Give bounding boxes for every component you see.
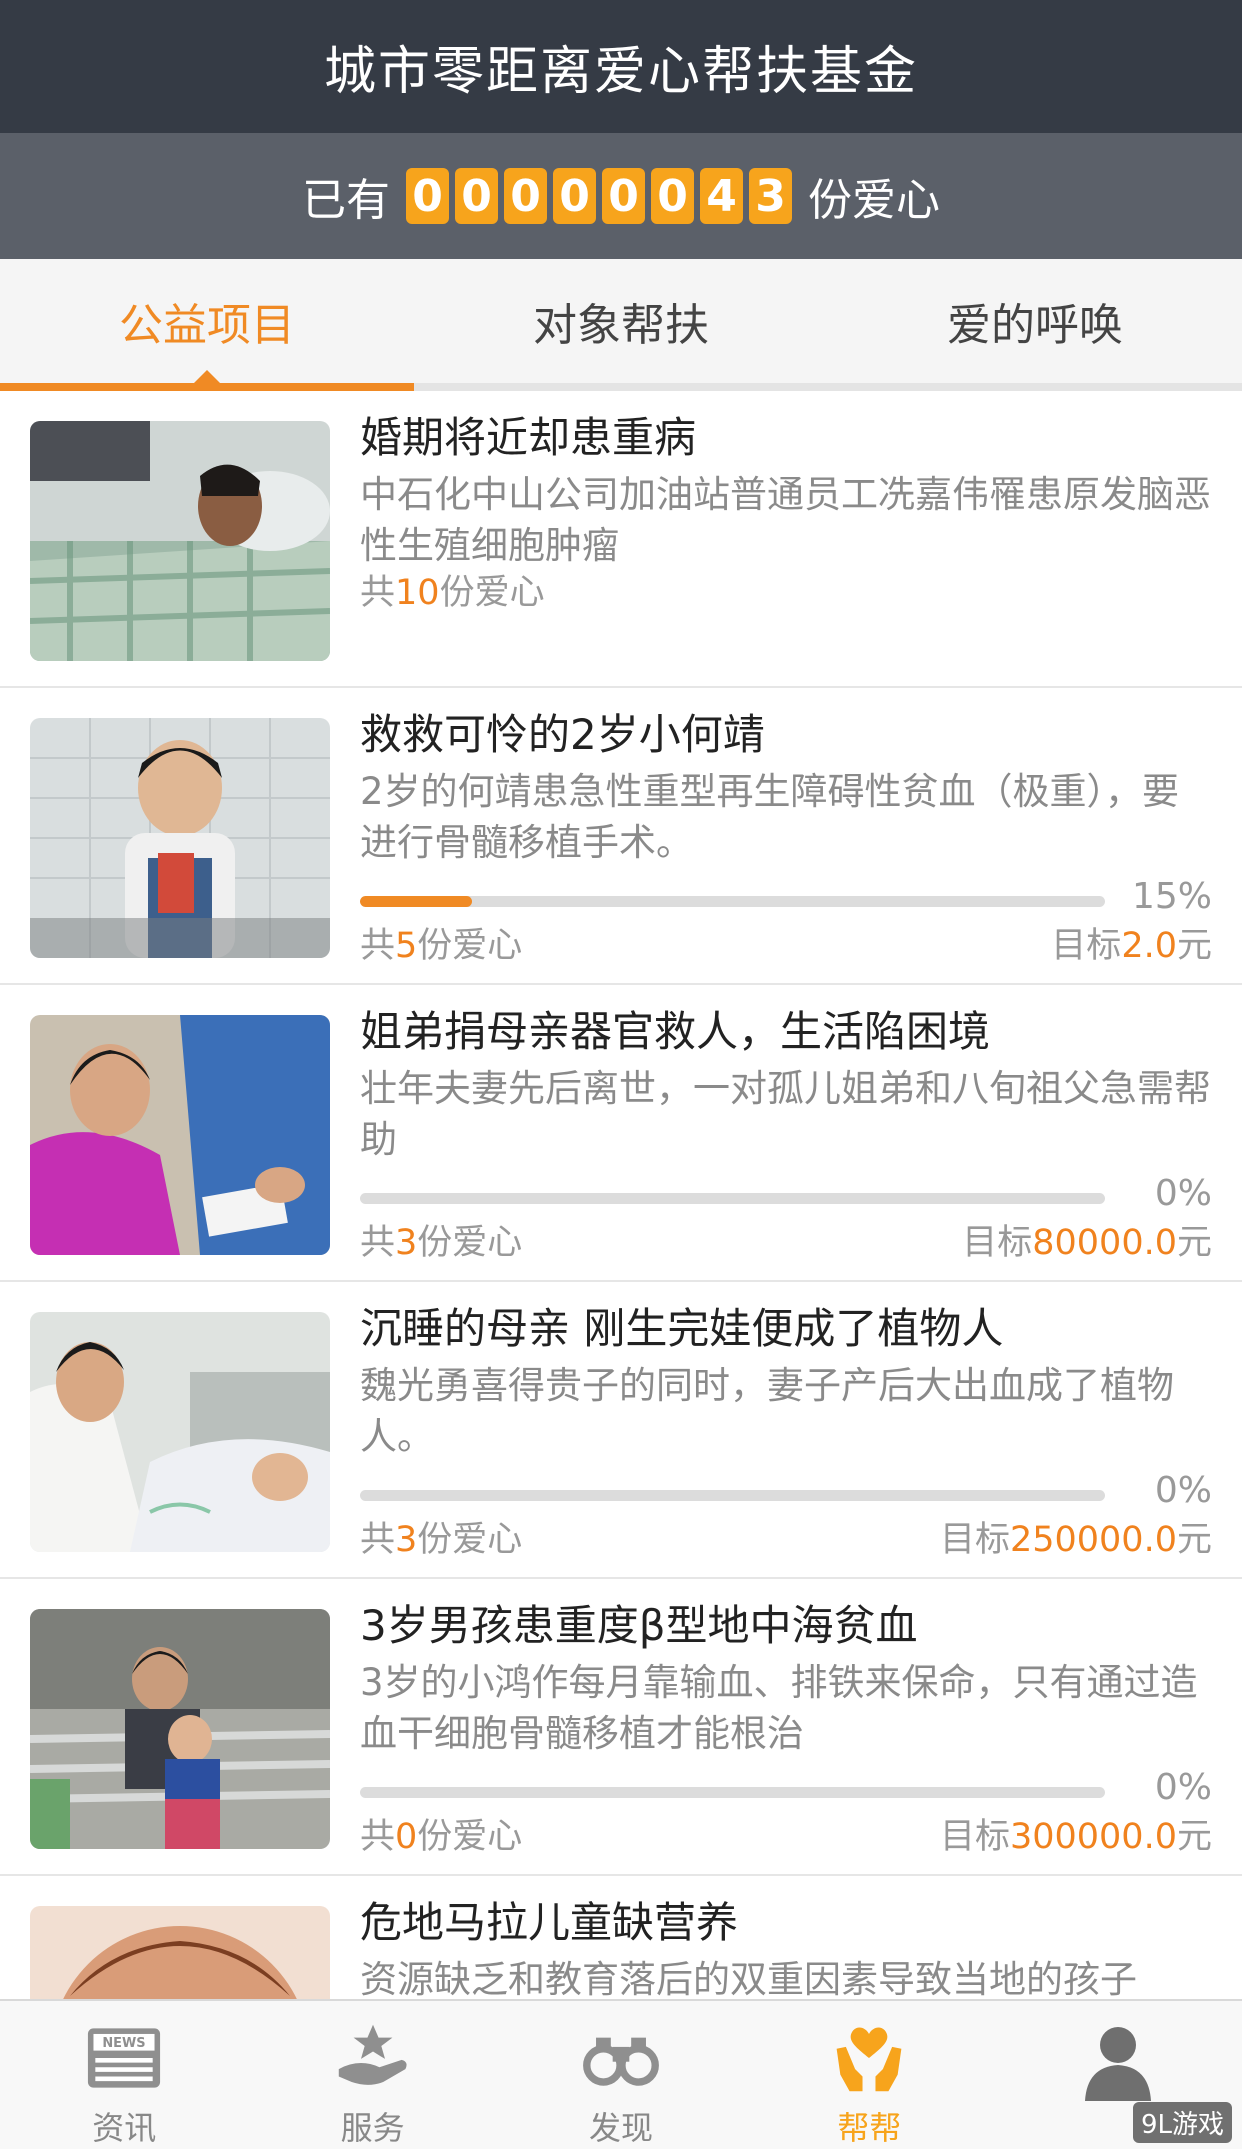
project-info: 3岁男孩患重度β型地中海贫血 3岁的小鸿作每月靠输血、排铁来保命，只有通过造血干… [360,1597,1212,1859]
project-list: 婚期将近却患重病 中石化中山公司加油站普通员工冼嘉伟罹患原发脑恶性生殖细胞肿瘤 … [0,391,1242,2149]
project-info: 姐弟捐母亲器官救人，生活陷困境 壮年夫妻先后离世，一对孤儿姐弟和八旬祖父急需帮助… [360,1003,1212,1265]
progress-bar [360,1193,1105,1204]
nav-label: 资讯 [92,2109,157,2147]
nav-news[interactable]: NEWS 资讯 [0,2001,248,2149]
project-info: 危地马拉儿童缺营养 资源缺乏和教育落后的双重因素导致当地的孩子 [360,1894,1212,2005]
nav-service[interactable]: 服务 [248,2001,496,2149]
tab-label: 对象帮扶 [533,300,709,351]
counter-suffix: 份爱心 [808,175,940,226]
project-description: 3岁的小鸿作每月靠输血、排铁来保命，只有通过造血干细胞骨髓移植才能根治 [360,1661,1198,1755]
love-count: 共3份爱心 [360,1223,523,1263]
counter-digit: 0 [455,168,498,224]
project-photo [30,1312,330,1552]
love-counter-bar: 已有 0 0 0 0 0 0 4 3 份爱心 [0,133,1242,259]
progress-bar [360,1490,1105,1501]
tab-label: 公益项目 [119,300,295,351]
project-title: 婚期将近却患重病 [360,413,697,462]
progress-bar [360,1787,1105,1798]
target-amount: 目标250000.0元 [939,1520,1212,1560]
project-info: 婚期将近却患重病 中石化中山公司加油站普通员工冼嘉伟罹患原发脑恶性生殖细胞肿瘤 … [360,409,1212,615]
nav-help[interactable]: 帮帮 [745,2001,993,2149]
counter-digit: 0 [504,168,547,224]
counter-prefix: 已有 [302,175,390,226]
progress-bar [360,896,1105,907]
project-info: 救救可怜的2岁小何靖 2岁的何靖患急性重型再生障碍性贫血（极重），要进行骨髓移植… [360,706,1212,968]
project-photo [30,718,330,958]
nav-discover[interactable]: 发现 [497,2001,745,2149]
counter-digit: 0 [406,168,449,224]
progress-row: 0% [360,1767,1212,1815]
progress-row: 15% [360,876,1212,924]
love-count: 共3份爱心 [360,1520,523,1560]
project-item[interactable]: 沉睡的母亲 刚生完娃便成了植物人 魏光勇喜得贵子的同时，妻子产后大出血成了植物人… [0,1282,1242,1579]
nav-label: 发现 [589,2109,654,2147]
progress-percent: 0% [1154,1173,1212,1214]
project-description: 2岁的何靖患急性重型再生障碍性贫血（极重），要进行骨髓移植手术。 [360,770,1180,864]
counter-digits: 0 0 0 0 0 0 4 3 [406,168,792,224]
progress-percent: 0% [1154,1470,1212,1511]
service-hand-star-icon [338,2024,407,2085]
progress-row: 0% [360,1470,1212,1518]
project-photo [30,1609,330,1849]
watermark-logo: 9L游戏 [1132,2102,1232,2143]
title-bar: 城市零距离爱心帮扶基金 [0,0,1242,133]
love-count: 共10份爱心 [360,573,545,613]
project-meta: 共10份爱心 [360,571,1212,615]
project-title: 危地马拉儿童缺营养 [360,1898,739,1947]
target-amount: 目标80000.0元 [962,1223,1212,1263]
binoculars-icon [583,2037,659,2086]
project-title: 沉睡的母亲 刚生完娃便成了植物人 [360,1304,1004,1353]
project-info: 沉睡的母亲 刚生完娃便成了植物人 魏光勇喜得贵子的同时，妻子产后大出血成了植物人… [360,1300,1212,1562]
progress-percent: 0% [1154,1767,1212,1808]
progress-fill [360,896,472,907]
project-meta: 共3份爱心 目标80000.0元 [360,1221,1212,1265]
tab-targeted-help[interactable]: 对象帮扶 [414,259,828,383]
user-profile-icon [1084,2027,1151,2101]
project-title: 救救可怜的2岁小何靖 [360,710,765,759]
project-item[interactable]: 救救可怜的2岁小何靖 2岁的何靖患急性重型再生障碍性贫血（极重），要进行骨髓移植… [0,688,1242,985]
helping-hands-heart-icon [837,2027,902,2092]
project-meta: 共5份爱心 目标2.0元 [360,924,1212,968]
project-photo [30,421,330,661]
active-tab-caret [194,370,220,383]
project-description: 资源缺乏和教育落后的双重因素导致当地的孩子 [360,1958,1137,2001]
project-description: 中石化中山公司加油站普通员工冼嘉伟罹患原发脑恶性生殖细胞肿瘤 [360,473,1211,567]
progress-row: 0% [360,1173,1212,1221]
love-count: 共5份爱心 [360,926,523,966]
page-title: 城市零距离爱心帮扶基金 [323,42,918,102]
project-title: 姐弟捐母亲器官救人，生活陷困境 [360,1007,991,1056]
target-amount: 目标300000.0元 [939,1817,1212,1857]
tab-call-of-love[interactable]: 爱的呼唤 [828,259,1242,383]
project-item[interactable]: 3岁男孩患重度β型地中海贫血 3岁的小鸿作每月靠输血、排铁来保命，只有通过造血干… [0,1579,1242,1876]
counter-digit: 4 [700,168,743,224]
progress-percent: 15% [1131,876,1212,917]
project-title: 3岁男孩患重度β型地中海贫血 [360,1601,918,1650]
project-item[interactable]: 姐弟捐母亲器官救人，生活陷困境 壮年夫妻先后离世，一对孤儿姐弟和八旬祖父急需帮助… [0,985,1242,1282]
project-description: 壮年夫妻先后离世，一对孤儿姐弟和八旬祖父急需帮助 [360,1067,1211,1161]
counter-digit: 0 [651,168,694,224]
tab-public-projects[interactable]: 公益项目 [0,259,414,383]
project-photo [30,1015,330,1255]
counter-digit: 3 [749,168,792,224]
love-count: 共0份爱心 [360,1817,523,1857]
news-icon: NEWS [88,2028,161,2088]
bottom-navigation: NEWS 资讯 服务 发现 帮帮 9L游戏 [0,1999,1242,2149]
counter-digit: 0 [553,168,596,224]
tab-label: 爱的呼唤 [947,300,1123,351]
app-screen: 城市零距离爱心帮扶基金 已有 0 0 0 0 0 0 4 3 份爱心 公益项目 … [0,0,1242,2149]
active-tab-indicator [0,383,414,391]
nav-label: 服务 [340,2109,405,2147]
nav-label: 帮帮 [837,2109,902,2147]
project-description: 魏光勇喜得贵子的同时，妻子产后大出血成了植物人。 [360,1364,1174,1458]
project-meta: 共3份爱心 目标250000.0元 [360,1518,1212,1562]
tab-bar: 公益项目 对象帮扶 爱的呼唤 [0,259,1242,391]
project-item[interactable]: 婚期将近却患重病 中石化中山公司加油站普通员工冼嘉伟罹患原发脑恶性生殖细胞肿瘤 … [0,391,1242,688]
target-amount: 目标2.0元 [1051,926,1212,966]
svg-text:NEWS: NEWS [103,2036,146,2051]
project-meta: 共0份爱心 目标300000.0元 [360,1815,1212,1859]
counter-digit: 0 [602,168,645,224]
